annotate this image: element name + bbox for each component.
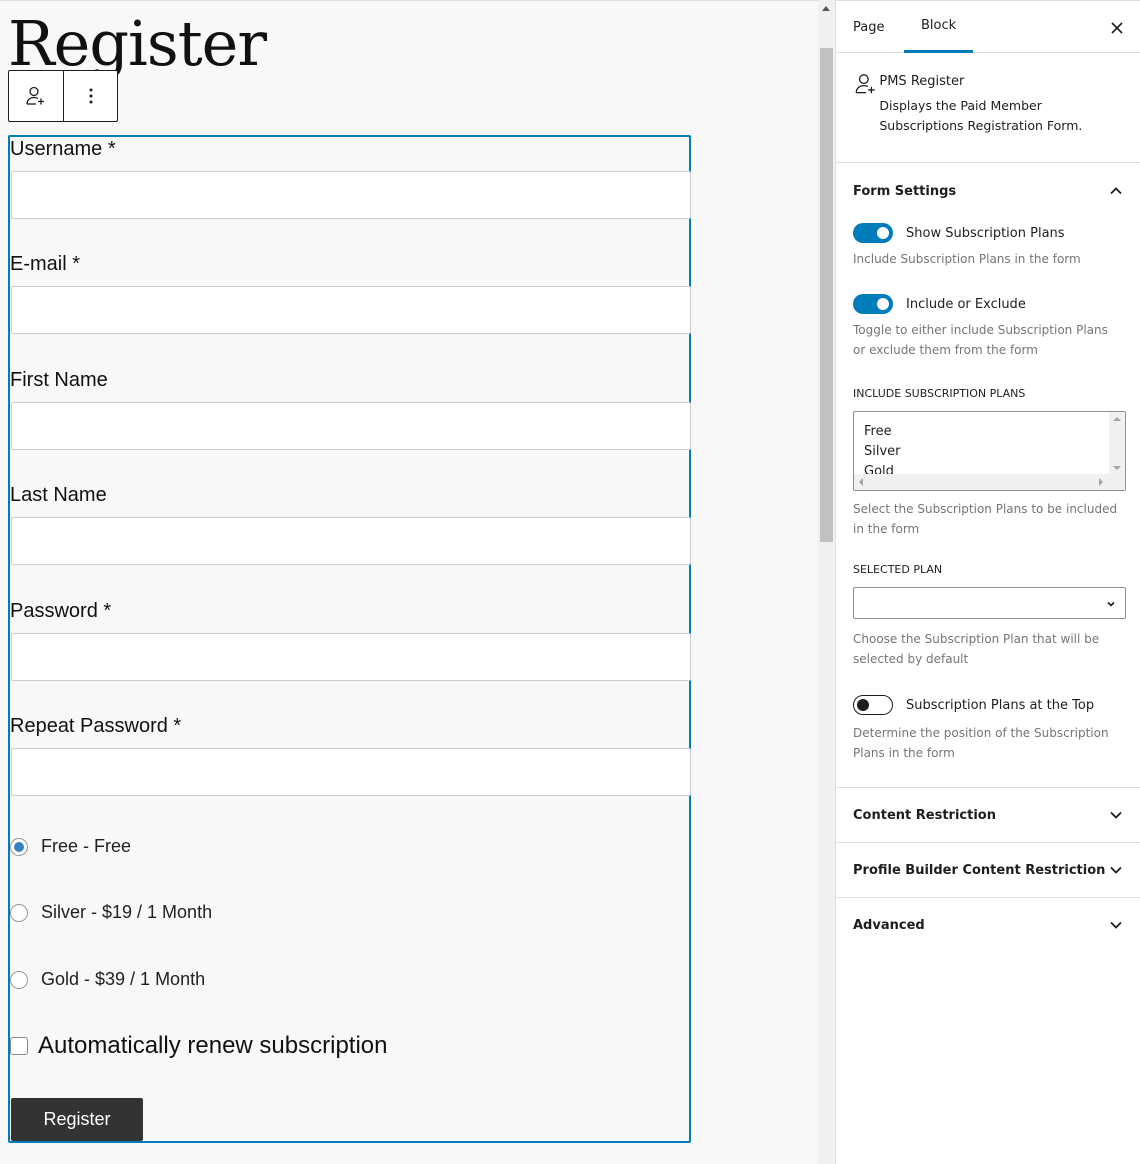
scroll-left-arrow-icon[interactable]	[859, 478, 863, 486]
include-exclude-help: Toggle to either include Subscription Pl…	[853, 323, 1108, 357]
more-vertical-icon	[89, 88, 92, 104]
email-label: E-mail *	[10, 253, 81, 275]
block-description: Displays the Paid Member Subscriptions R…	[879, 98, 1083, 133]
plan-option-gold[interactable]: Gold - $39 / 1 Month	[10, 969, 205, 990]
panel-advanced: Advanced	[836, 898, 1140, 952]
show-plans-label: Show Subscription Plans	[906, 225, 1065, 241]
user-plus-icon	[26, 86, 44, 105]
panel-form-settings-toggle[interactable]: Form Settings	[836, 163, 1140, 219]
page-title[interactable]: Register	[8, 13, 267, 75]
panel-advanced-toggle[interactable]: Advanced	[836, 898, 1140, 952]
password-label: Password *	[10, 600, 112, 622]
selected-plan-help: Choose the Subscription Plan that will b…	[853, 632, 1100, 666]
password-input[interactable]	[11, 633, 691, 681]
panel-form-settings: Form Settings Show Subscription Plans In…	[836, 163, 1140, 788]
close-sidebar-button[interactable]	[1110, 16, 1124, 40]
first-name-input[interactable]	[11, 402, 691, 450]
scroll-down-arrow-icon[interactable]	[1113, 466, 1121, 470]
last-name-input[interactable]	[11, 517, 691, 565]
selected-plan-select[interactable]	[853, 587, 1126, 619]
panel-content-restriction-toggle[interactable]: Content Restriction	[836, 788, 1140, 842]
last-name-label: Last Name	[10, 484, 107, 506]
plan-option-free[interactable]: Free - Free	[10, 836, 131, 857]
include-exclude-label: Include or Exclude	[906, 296, 1026, 312]
include-plans-help: Select the Subscription Plans to be incl…	[853, 502, 1118, 536]
tab-block[interactable]: Block	[904, 1, 974, 53]
block-card: PMS Register Displays the Paid Member Su…	[836, 53, 1140, 163]
plans-top-help: Determine the position of the Subscripti…	[853, 726, 1109, 760]
scroll-right-arrow-icon[interactable]	[1099, 478, 1103, 486]
plans-top-control[interactable]: Subscription Plans at the Top	[836, 695, 1140, 715]
user-plus-icon	[855, 74, 875, 94]
panel-pb-content-restriction-toggle[interactable]: Profile Builder Content Restriction	[836, 843, 1140, 897]
panel-content-restriction: Content Restriction	[836, 788, 1140, 843]
chevron-down-icon	[1110, 866, 1122, 874]
scroll-up-arrow-icon[interactable]	[1113, 417, 1121, 421]
plan-radio-gold[interactable]	[10, 970, 28, 989]
plans-top-label: Subscription Plans at the Top	[906, 697, 1095, 713]
chevron-down-icon	[1110, 811, 1122, 819]
settings-sidebar: Page Block PMS Register Displays the Pai…	[835, 0, 1140, 1164]
show-plans-help: Include Subscription Plans in the form	[853, 252, 1081, 266]
show-plans-toggle[interactable]	[853, 223, 893, 243]
include-plan-option[interactable]: Free	[864, 422, 901, 442]
block-type-button[interactable]	[9, 71, 63, 121]
block-options-button[interactable]	[63, 71, 117, 121]
plans-top-toggle[interactable]	[853, 695, 893, 715]
scroll-up-arrow-icon[interactable]	[822, 6, 830, 11]
panel-title: Content Restriction	[853, 807, 996, 823]
block-toolbar	[8, 70, 118, 122]
username-label: Username *	[10, 138, 116, 160]
block-title: PMS Register	[879, 74, 965, 89]
panel-title: Form Settings	[853, 183, 957, 199]
chevron-up-icon	[1110, 187, 1122, 195]
email-input[interactable]	[11, 286, 691, 334]
sidebar-tabs: Page Block	[836, 1, 1140, 53]
plan-label-silver: Silver - $19 / 1 Month	[41, 902, 213, 922]
selected-plan-label: SELECTED PLAN	[853, 563, 943, 576]
chevron-down-icon	[1110, 921, 1122, 929]
plan-label-gold: Gold - $39 / 1 Month	[41, 969, 206, 989]
repeat-password-label: Repeat Password *	[10, 715, 182, 737]
auto-renew-label: Automatically renew subscription	[38, 1032, 388, 1059]
chevron-down-icon	[1107, 601, 1115, 607]
tab-page[interactable]: Page	[836, 1, 901, 53]
pms-register-form[interactable]: Username * E-mail * First Name Last Name…	[8, 135, 691, 1143]
first-name-label: First Name	[10, 369, 108, 391]
plan-radio-free[interactable]	[10, 837, 28, 856]
username-input[interactable]	[11, 171, 691, 219]
plan-label-free: Free - Free	[41, 836, 132, 856]
include-exclude-toggle[interactable]	[853, 294, 893, 314]
include-plans-label: INCLUDE SUBSCRIPTION PLANS	[853, 387, 1026, 400]
panel-title: Advanced	[853, 917, 925, 933]
multiselect-horizontal-scrollbar[interactable]	[854, 474, 1125, 490]
canvas-scrollbar[interactable]	[818, 0, 835, 1164]
close-icon	[1111, 22, 1123, 34]
auto-renew-checkbox[interactable]	[10, 1037, 28, 1055]
include-plan-option[interactable]: Silver	[864, 442, 901, 462]
auto-renew-option[interactable]: Automatically renew subscription	[10, 1032, 388, 1060]
register-submit-button[interactable]: Register	[11, 1098, 143, 1141]
plan-option-silver[interactable]: Silver - $19 / 1 Month	[10, 902, 212, 923]
include-plans-multiselect[interactable]: Free Silver Gold	[853, 411, 1126, 491]
include-exclude-control[interactable]: Include or Exclude	[836, 294, 1140, 314]
panel-pb-content-restriction: Profile Builder Content Restriction	[836, 843, 1140, 898]
plan-radio-silver[interactable]	[10, 903, 28, 922]
scrollbar-thumb[interactable]	[820, 48, 833, 542]
show-plans-control[interactable]: Show Subscription Plans	[836, 223, 1140, 243]
panel-title: Profile Builder Content Restriction	[853, 862, 1106, 878]
repeat-password-input[interactable]	[11, 748, 691, 796]
editor-canvas: Register Username * E-mail * First Name …	[0, 0, 818, 1164]
